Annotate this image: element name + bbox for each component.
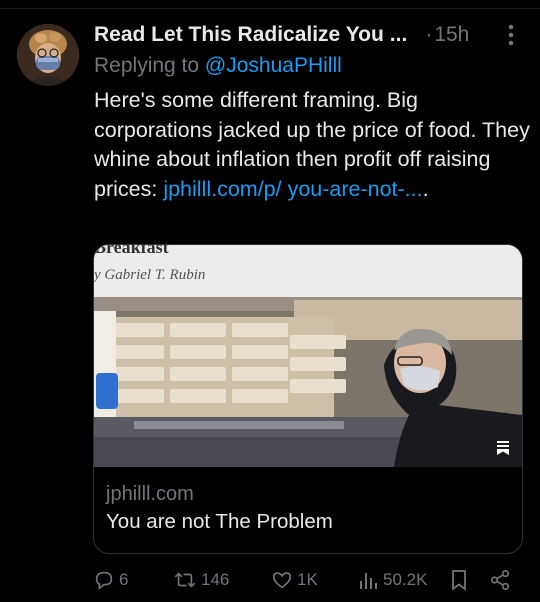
reply-icon bbox=[93, 569, 115, 591]
tweet-text-suffix: . bbox=[422, 176, 429, 201]
reply-button[interactable]: 6 bbox=[93, 566, 128, 594]
card-image[interactable]: Breakfast y Gabriel T. Rubin bbox=[94, 245, 522, 467]
replying-to: Replying to @JoshuaPHilll bbox=[94, 54, 342, 78]
bookmark-button[interactable] bbox=[450, 566, 468, 594]
more-vertical-icon[interactable] bbox=[498, 20, 524, 50]
card-footer: jphilll.com You are not The Problem bbox=[106, 481, 333, 537]
tweet-text: Here's some different framing. Big corpo… bbox=[94, 86, 530, 204]
reply-count: 6 bbox=[119, 570, 129, 589]
repost-icon bbox=[173, 569, 197, 591]
card-image-headline: Breakfast bbox=[94, 245, 169, 257]
timestamp[interactable]: 15h bbox=[434, 23, 469, 47]
share-icon bbox=[488, 569, 512, 591]
name-ellipsis: ... bbox=[389, 23, 408, 46]
views-button[interactable]: 50.2K bbox=[359, 566, 427, 594]
like-count: 1K bbox=[297, 570, 318, 589]
views-icon bbox=[359, 569, 379, 591]
top-divider bbox=[0, 0, 540, 9]
bookmark-icon bbox=[492, 437, 514, 459]
action-bar: 6 146 1K 50.2K bbox=[93, 566, 523, 594]
avatar[interactable] bbox=[17, 24, 79, 86]
tweet-link[interactable]: jphilll.com/p/ you-are-not-... bbox=[163, 177, 422, 201]
replying-handle-link[interactable]: @JoshuaPHilll bbox=[205, 54, 342, 77]
like-button[interactable]: 1K bbox=[271, 566, 318, 594]
card-title[interactable]: You are not The Problem bbox=[106, 507, 333, 537]
card-image-byline: y Gabriel T. Rubin bbox=[94, 267, 206, 283]
card-domain: jphilll.com bbox=[106, 483, 194, 505]
repost-button[interactable]: 146 bbox=[173, 566, 229, 594]
views-count: 50.2K bbox=[383, 570, 428, 589]
separator-dot: · bbox=[425, 23, 433, 46]
repost-count: 146 bbox=[201, 570, 230, 589]
replying-prefix: Replying to bbox=[94, 54, 205, 77]
display-name[interactable]: Read Let This Radicalize You bbox=[94, 23, 384, 47]
share-button[interactable] bbox=[488, 566, 512, 594]
avatar-image bbox=[17, 24, 79, 86]
tweet-header: Read Let This Radicalize You ... · 15h bbox=[94, 20, 524, 50]
link-card[interactable]: Breakfast y Gabriel T. Rubin jphilll.com… bbox=[93, 244, 523, 554]
bookmark-outline-icon bbox=[450, 569, 468, 591]
heart-icon bbox=[271, 569, 293, 591]
